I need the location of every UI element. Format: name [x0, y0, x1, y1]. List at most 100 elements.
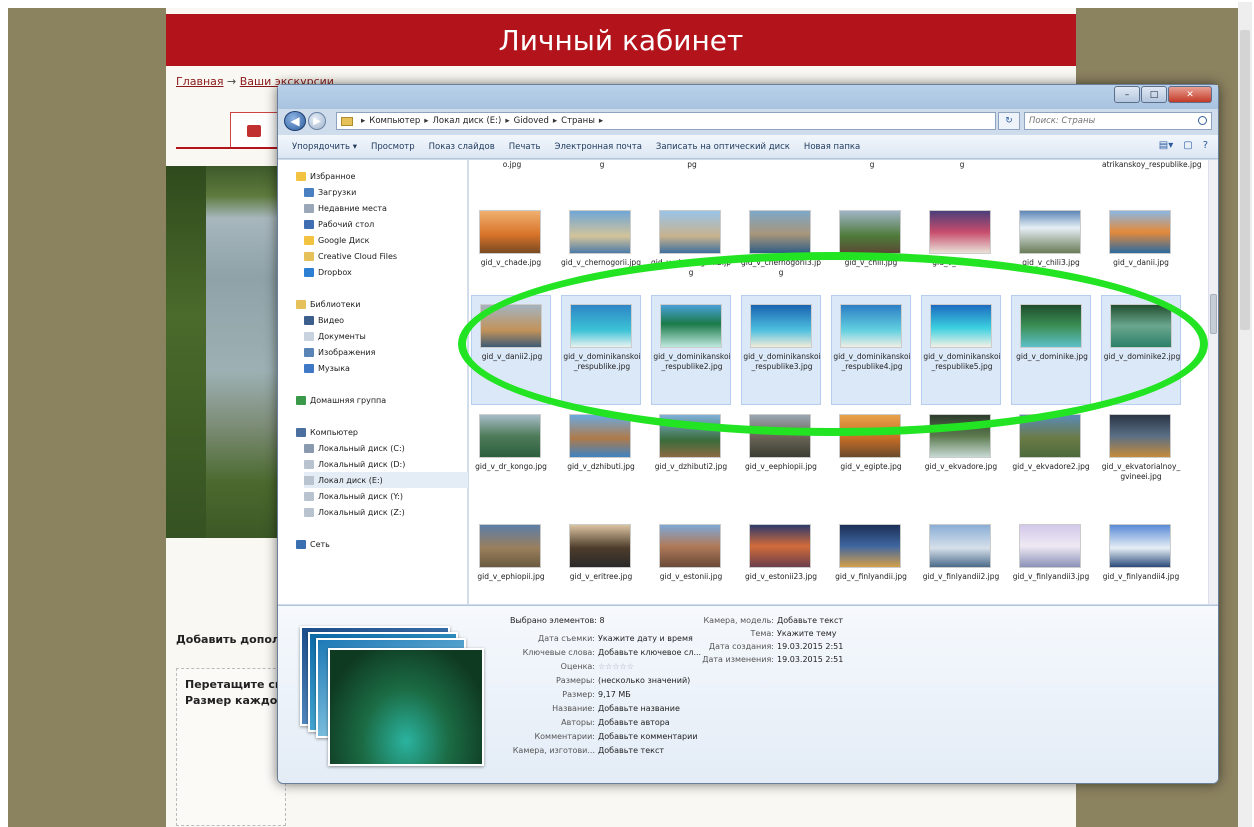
nav-disk-c[interactable]: Локальный диск (C:) [304, 440, 494, 456]
file-name: gid_v_chili2.jpg [932, 258, 990, 267]
file-item[interactable]: gid_v_danii2.jpg [471, 295, 551, 405]
file-item[interactable]: gid_v_dominikanskoi_respublike5.jpg [921, 295, 1001, 405]
nav-documents[interactable]: Документы [304, 328, 494, 344]
detail-value[interactable]: 9,17 МБ [598, 690, 631, 699]
minimize-button[interactable]: – [1114, 86, 1140, 103]
nav-creative-cloud[interactable]: Creative Cloud Files [304, 248, 494, 264]
detail-value[interactable]: Укажите тему [777, 629, 837, 638]
file-item[interactable]: gid_v_estonii23.jpg [741, 516, 821, 604]
file-item[interactable]: gid_v_dominike2.jpg [1101, 295, 1181, 405]
add-photos-heading: Добавить дополн [176, 633, 288, 646]
tab-add-excursion[interactable] [230, 112, 278, 148]
detail-value[interactable]: Добавьте автора [598, 718, 670, 727]
nav-homegroup[interactable]: Домашняя группа [296, 392, 486, 408]
print-button[interactable]: Печать [509, 142, 541, 152]
nav-favorites[interactable]: Избранное [296, 168, 486, 184]
maximize-button[interactable]: □ [1141, 86, 1167, 103]
detail-value[interactable]: 19.03.2015 2:51 [777, 655, 843, 664]
detail-value[interactable]: ☆☆☆☆☆ [598, 662, 634, 671]
photo-drop-zone[interactable]: Перетащите сю Размер каждог [176, 668, 286, 826]
nav-disk-d[interactable]: Локальный диск (D:) [304, 456, 494, 472]
nav-video[interactable]: Видео [304, 312, 494, 328]
nav-music[interactable]: Музыка [304, 360, 494, 376]
organize-button[interactable]: Упорядочить ▾ [292, 142, 357, 152]
nav-computer[interactable]: Компьютер [296, 424, 486, 440]
file-item[interactable]: gid_v_estonii.jpg [651, 516, 731, 604]
file-item[interactable]: gid_v_dominikanskoi_respublike3.jpg [741, 295, 821, 405]
detail-value[interactable]: Добавьте текст [598, 746, 664, 755]
address-segment[interactable]: Страны [561, 116, 595, 126]
file-item[interactable]: gid_v_dr_kongo.jpg [471, 406, 551, 516]
file-item[interactable]: gid_v_dominikanskoi_respublike4.jpg [831, 295, 911, 405]
browser-scrollbar-thumb[interactable] [1240, 30, 1250, 330]
image-thumbnail [1020, 304, 1082, 348]
detail-value[interactable]: Добавьте текст [777, 616, 843, 625]
nav-images[interactable]: Изображения [304, 344, 494, 360]
close-button[interactable]: ✕ [1168, 86, 1212, 103]
nav-downloads[interactable]: Загрузки [304, 184, 494, 200]
burn-disc-button[interactable]: Записать на оптический диск [656, 142, 790, 152]
file-list-scrollbar[interactable] [1208, 160, 1218, 604]
nav-network[interactable]: Сеть [296, 536, 486, 552]
address-segment[interactable]: Gidoved [514, 116, 549, 126]
file-list[interactable]: o.jpg g pg g g atrikanskoy_respublike.jpg gid_… [469, 160, 1208, 604]
detail-value[interactable]: Укажите дату и время [598, 634, 693, 643]
image-thumbnail [659, 210, 721, 254]
file-label-partial: g [959, 160, 965, 169]
file-item[interactable]: gid_v_finlyandii.jpg [831, 516, 911, 604]
image-thumbnail [749, 524, 811, 568]
explorer-window[interactable]: – □ ✕ ◀ ▶ ▸ Компьютер ▸ Локал диск (E:) ▸ G… [277, 84, 1219, 784]
address-segment[interactable]: Локал диск (E:) [433, 116, 502, 126]
refresh-button[interactable]: ↻ [998, 112, 1020, 130]
detail-value[interactable]: Добавьте название [598, 704, 680, 713]
file-item[interactable]: gid_v_ekvadore2.jpg [1011, 406, 1091, 516]
image-thumbnail [480, 304, 542, 348]
address-segment[interactable]: Компьютер [369, 116, 420, 126]
nav-libraries[interactable]: Библиотеки [296, 296, 486, 312]
nav-dropbox[interactable]: Dropbox [304, 264, 494, 280]
preview-pane-icon[interactable]: ▢ [1183, 140, 1192, 151]
file-item[interactable]: gid_v_finlyandii4.jpg [1101, 516, 1181, 604]
nav-disk-e[interactable]: Локал диск (E:) [304, 472, 468, 488]
file-item[interactable]: gid_v_dominikanskoi_respublike.jpg [561, 295, 641, 405]
file-item[interactable]: gid_v_dominikanskoi_respublike2.jpg [651, 295, 731, 405]
nav-disk-y[interactable]: Локальный диск (Y:) [304, 488, 494, 504]
view-options-icon[interactable]: ▤▾ [1159, 140, 1173, 151]
help-icon[interactable]: ? [1203, 140, 1208, 151]
detail-value[interactable]: 19.03.2015 2:51 [777, 642, 843, 651]
nav-google-drive[interactable]: Google Диск [304, 232, 494, 248]
file-item[interactable]: gid_v_eritree.jpg [561, 516, 641, 604]
toolbar: Упорядочить ▾ Просмотр Показ слайдов Печ… [278, 135, 1218, 159]
detail-value[interactable]: (несколько значений) [598, 676, 690, 685]
file-item[interactable]: gid_v_ephiopii.jpg [471, 516, 551, 604]
file-item[interactable]: gid_v_dzhibuti.jpg [561, 406, 641, 516]
preview-button[interactable]: Просмотр [371, 142, 415, 152]
file-item[interactable]: gid_v_finlyandii2.jpg [921, 516, 1001, 604]
nav-recent[interactable]: Недавние места [304, 200, 494, 216]
image-thumbnail [839, 414, 901, 458]
slideshow-button[interactable]: Показ слайдов [429, 142, 495, 152]
address-bar[interactable]: ▸ Компьютер ▸ Локал диск (E:) ▸ Gidoved ▸ Ст… [336, 112, 996, 130]
forward-button[interactable]: ▶ [308, 112, 326, 130]
detail-value[interactable]: Добавьте комментарии [598, 732, 698, 741]
file-item[interactable]: gid_v_eephiopii.jpg [741, 406, 821, 516]
breadcrumb-home-link[interactable]: Главная [176, 75, 224, 88]
file-item[interactable]: gid_v_egipte.jpg [831, 406, 911, 516]
back-button[interactable]: ◀ [284, 111, 306, 131]
file-item[interactable]: gid_v_ekvatorialnoy_gvineei.jpg [1101, 406, 1181, 516]
detail-value[interactable]: Добавьте ключевое сл... [598, 648, 701, 657]
file-item[interactable]: gid_v_dominike.jpg [1011, 295, 1091, 405]
nav-desktop[interactable]: Рабочий стол [304, 216, 494, 232]
window-titlebar[interactable]: – □ ✕ [278, 85, 1218, 109]
file-label-partial: g [869, 160, 875, 169]
nav-disk-z[interactable]: Локальный диск (Z:) [304, 504, 494, 520]
file-item[interactable]: gid_v_ekvadore.jpg [921, 406, 1001, 516]
search-input[interactable] [1029, 116, 1189, 126]
new-folder-button[interactable]: Новая папка [804, 142, 860, 152]
search-icon[interactable] [1198, 116, 1207, 125]
email-button[interactable]: Электронная почта [555, 142, 642, 152]
search-box[interactable] [1024, 112, 1212, 130]
file-item[interactable]: gid_v_dzhibuti2.jpg [651, 406, 731, 516]
file-item[interactable]: gid_v_finlyandii3.jpg [1011, 516, 1091, 604]
file-list-scrollbar-thumb[interactable] [1210, 294, 1217, 334]
